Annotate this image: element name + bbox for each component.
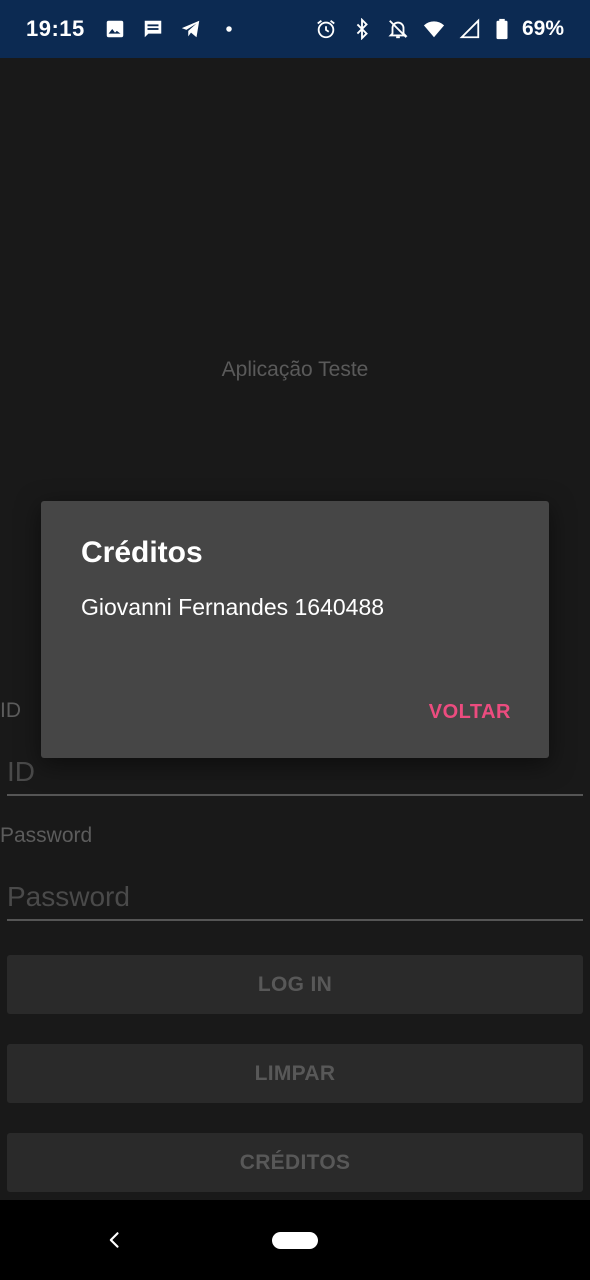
bluetooth-icon (350, 17, 374, 41)
dialog-message: Giovanni Fernandes 1640488 (81, 594, 385, 620)
message-icon (141, 17, 165, 41)
password-input[interactable]: Password (7, 869, 583, 921)
clear-button[interactable]: LIMPAR (7, 1044, 583, 1103)
id-placeholder: ID (7, 756, 35, 787)
password-placeholder: Password (7, 881, 130, 912)
notification-icons (103, 17, 241, 41)
battery-icon (494, 17, 510, 41)
credits-button[interactable]: CRÉDITOS (7, 1133, 583, 1192)
bell-off-icon (386, 17, 410, 41)
wifi-icon (422, 17, 446, 41)
dialog-title: Créditos (81, 536, 203, 569)
app-title: Aplicação Teste (221, 358, 369, 381)
navigation-bar (0, 1200, 590, 1280)
id-label: ID (0, 699, 21, 722)
back-nav-icon[interactable] (100, 1224, 130, 1256)
image-icon (103, 17, 127, 41)
alarm-icon (314, 17, 338, 41)
home-pill[interactable] (272, 1232, 318, 1249)
login-button[interactable]: LOG IN (7, 955, 583, 1014)
password-label: Password (0, 824, 93, 847)
credits-dialog: Créditos Giovanni Fernandes 1640488 VOLT… (41, 501, 549, 758)
battery-level: 69% (521, 17, 564, 40)
status-time: 19:15 (26, 16, 85, 41)
system-icons: 69% (314, 17, 564, 41)
telegram-icon (179, 17, 203, 41)
back-button[interactable]: VOLTAR (429, 701, 511, 724)
signal-icon (458, 17, 482, 41)
dot-icon (217, 17, 241, 41)
status-bar: 19:15 69% (0, 0, 590, 58)
